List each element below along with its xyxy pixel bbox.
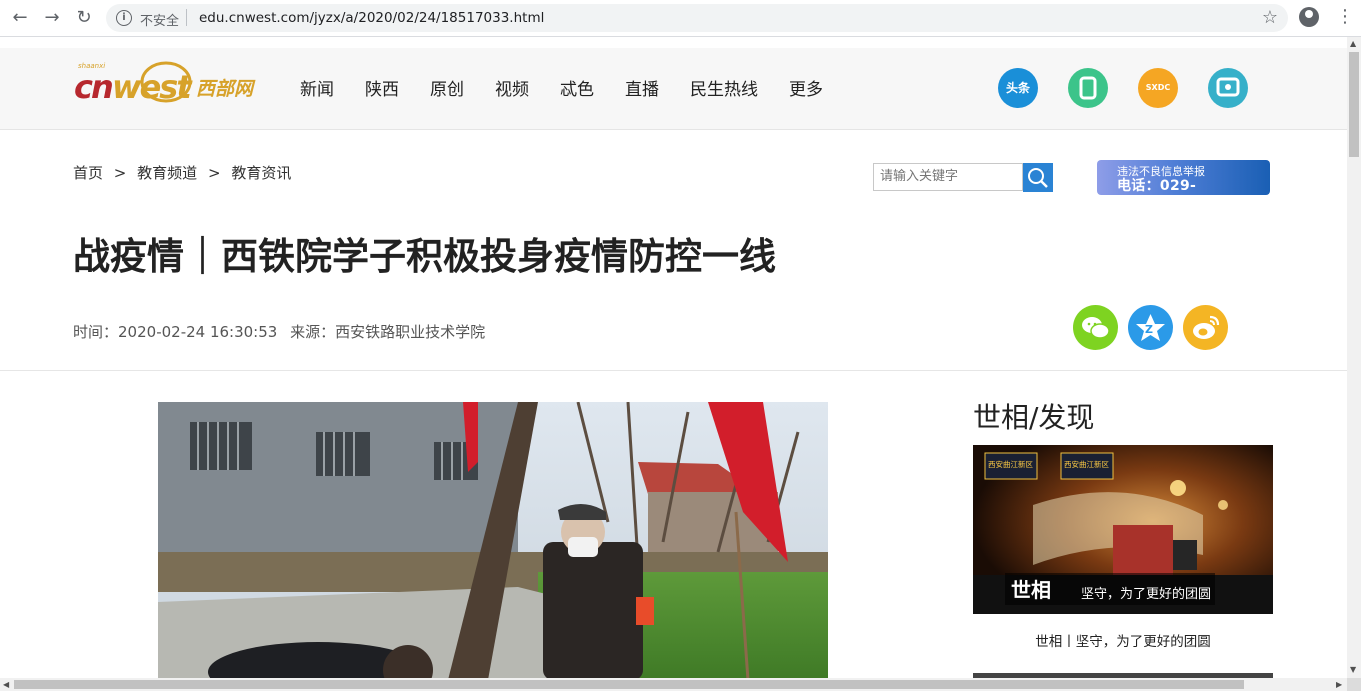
site-header: shaanxi cn west 西部网 新闻 陕西 原创 视频 忒色 直播 民生…: [0, 48, 1347, 130]
report-phone: 电话：029-63907152: [1117, 178, 1198, 211]
weibo-icon[interactable]: [1183, 305, 1228, 350]
nav-item-hotline[interactable]: 民生热线: [690, 75, 758, 100]
article-photo: [158, 402, 828, 680]
logo-cn-text: 西部网: [196, 78, 256, 100]
info-icon[interactable]: i: [116, 10, 132, 26]
breadcrumb-home[interactable]: 首页: [73, 164, 103, 182]
search-input[interactable]: [874, 164, 1026, 188]
nav-item-more[interactable]: 更多: [789, 75, 823, 100]
share-buttons: Z: [1073, 305, 1228, 350]
scrollbar-corner: [1347, 678, 1361, 691]
star-icon[interactable]: ☆: [1262, 7, 1278, 28]
toutiao-app-icon[interactable]: 头条: [998, 68, 1038, 108]
horizontal-scrollbar[interactable]: ◀ ▶: [0, 678, 1347, 691]
scroll-down-icon[interactable]: ▼: [1350, 665, 1356, 674]
breadcrumb-edu-news[interactable]: 教育资讯: [231, 164, 291, 182]
vertical-scroll-thumb[interactable]: [1349, 52, 1359, 157]
search-field[interactable]: [873, 163, 1026, 191]
source-label: 来源：: [290, 323, 336, 341]
nav-item-video[interactable]: 视频: [495, 75, 529, 100]
main-nav: 新闻 陕西 原创 视频 忒色 直播 民生热线 更多: [300, 75, 854, 100]
breadcrumb-separator: >: [207, 164, 221, 182]
menu-dots-icon[interactable]: ⋮: [1336, 6, 1354, 27]
breadcrumb: 首页 > 教育频道 > 教育资讯: [73, 162, 291, 183]
url-text[interactable]: edu.cnwest.com/jyzx/a/2020/02/24/1851703…: [199, 10, 544, 26]
nav-item-shaanxi[interactable]: 陕西: [365, 75, 399, 100]
publish-time: 2020-02-24 16:30:53: [118, 323, 278, 341]
address-separator: [186, 9, 187, 26]
green-app-icon[interactable]: [1068, 68, 1108, 108]
svg-text:Z: Z: [1145, 323, 1153, 336]
search-button[interactable]: [1023, 163, 1053, 192]
site-logo[interactable]: shaanxi cn west 西部网: [74, 60, 272, 110]
back-icon[interactable]: ←: [10, 8, 30, 28]
sidebar-title: 世相/发现: [973, 401, 1095, 434]
horizontal-scroll-thumb[interactable]: [14, 680, 1244, 689]
nav-item-original[interactable]: 原创: [430, 75, 464, 100]
article-meta: 时间：2020-02-24 16:30:53 来源：西安铁路职业技术学院: [73, 321, 485, 342]
scroll-up-icon[interactable]: ▲: [1350, 39, 1356, 48]
insecure-label[interactable]: 不安全: [140, 10, 179, 29]
address-bar[interactable]: i 不安全 edu.cnwest.com/jyzx/a/2020/02/24/1…: [106, 4, 1288, 32]
wechat-icon[interactable]: [1073, 305, 1118, 350]
browser-toolbar: ← → ↻ i 不安全 edu.cnwest.com/jyzx/a/2020/0…: [0, 0, 1361, 37]
header-divider: [0, 370, 1347, 371]
app-icons: 头条 SXDC: [998, 68, 1248, 108]
svg-text:west: west: [112, 68, 193, 106]
search-icon: [1028, 168, 1048, 188]
article-title: 战疫情｜西铁院学子积极投身疫情防控一线: [73, 235, 776, 278]
scroll-right-icon[interactable]: ▶: [1336, 680, 1342, 689]
scroll-left-icon[interactable]: ◀: [3, 680, 9, 689]
svg-text:cn: cn: [74, 68, 112, 106]
breadcrumb-separator: >: [113, 164, 127, 182]
sign-text-1: 西安曲江新区: [988, 459, 1033, 469]
qzone-icon[interactable]: Z: [1128, 305, 1173, 350]
nav-item-news[interactable]: 新闻: [300, 75, 334, 100]
sidebar-caption[interactable]: 世相丨坚守，为了更好的团圆: [973, 630, 1273, 650]
profile-avatar-icon[interactable]: [1299, 7, 1319, 27]
breadcrumb-education[interactable]: 教育频道: [137, 164, 197, 182]
sidebar-photo[interactable]: 西安曲江新区 西安曲江新区 世相 坚守，为了更好的团圆: [973, 445, 1273, 614]
photo-overlay-title: 世相: [1011, 578, 1051, 602]
report-banner[interactable]: 违法不良信息举报 电话：029-63907152: [1097, 160, 1270, 211]
sign-text-2: 西安曲江新区: [1064, 459, 1109, 469]
article-source: 西安铁路职业技术学院: [335, 323, 486, 341]
vertical-scrollbar[interactable]: ▲ ▼: [1347, 37, 1361, 678]
nav-item-tese[interactable]: 忒色: [560, 75, 594, 100]
time-label: 时间：: [73, 323, 119, 341]
reload-icon[interactable]: ↻: [74, 8, 94, 28]
nav-item-live[interactable]: 直播: [625, 75, 659, 100]
teal-app-icon[interactable]: [1208, 68, 1248, 108]
forward-icon[interactable]: →: [42, 8, 62, 28]
sxdc-app-icon[interactable]: SXDC: [1138, 68, 1178, 108]
photo-overlay-text: 坚守，为了更好的团圆: [1081, 586, 1211, 602]
